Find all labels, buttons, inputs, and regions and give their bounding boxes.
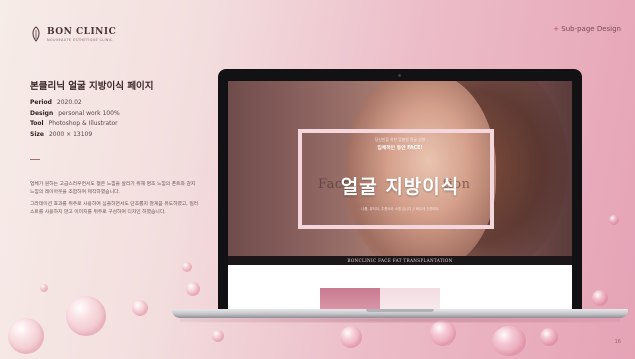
- divider: [30, 159, 40, 160]
- project-title: 본클리닉 얼굴 지방이식 페이지: [30, 81, 154, 92]
- bubble: [430, 320, 456, 346]
- meta-design: Design personal work 100%: [30, 109, 120, 117]
- plus-icon: +: [553, 25, 560, 33]
- hero-subdesc: 나를, 뷰티더, 주름사라 소원 입니다 // 빠르게 진행해요: [361, 207, 439, 211]
- project-description: 업체가 원하는 고급스러우면서도 젊은 느낌을 살리기 위해 명조 느낌의 폰트…: [30, 181, 200, 221]
- section-preview: [380, 288, 440, 309]
- camera-icon: [398, 74, 401, 77]
- bubble: [340, 326, 362, 348]
- bubble: [540, 328, 558, 346]
- project-meta: Period 2020.02 Design personal work 100% T…: [30, 98, 120, 140]
- hero-caption-bar: BONCLINIC FACE FAT TRANSPLANTATION: [228, 256, 572, 265]
- bubble: [212, 330, 224, 342]
- bubble: [609, 215, 619, 225]
- meta-size: Size 2000 × 13109: [30, 130, 93, 138]
- hero-headline: 얼굴 지방이식: [340, 176, 460, 198]
- bubble: [8, 318, 44, 354]
- subpage-label: + Sub-page Design: [553, 25, 621, 33]
- section-preview: [320, 288, 380, 309]
- description-paragraph: 그라데이션 효과를 위주로 사용하여 심플하면서도 단조롭지 않게끔 유도하였고…: [30, 202, 199, 215]
- bubble: [66, 296, 106, 336]
- logo-leaf-icon: [30, 26, 42, 42]
- bubble: [186, 282, 200, 296]
- laptop-mockup: 당신만을 위한 맞춤형 얼굴 성형 입체적인 동안 FACE! Face tion…: [218, 69, 582, 309]
- description-paragraph: 업체가 원하는 고급스러우면서도 젊은 느낌을 살리기 위해 명조 느낌의 폰트…: [30, 182, 196, 195]
- bubble: [132, 300, 148, 316]
- brand-logo: BON CLINIC NOUVEAUTE ESTHETIQUE CLINIC: [30, 26, 116, 42]
- brand-sub: NOUVEAUTE ESTHETIQUE CLINIC: [47, 37, 113, 42]
- bubble: [492, 326, 526, 356]
- hero-banner: 당신만을 위한 맞춤형 얼굴 성형 입체적인 동안 FACE! Face tion…: [228, 81, 572, 256]
- bubble: [40, 284, 48, 292]
- laptop-notch: [366, 309, 434, 312]
- hero-tagline-small: 당신만을 위한 맞춤형 얼굴 성형: [374, 137, 426, 142]
- meta-period: Period 2020.02: [30, 99, 82, 106]
- bubble: [182, 262, 192, 272]
- page-number: 16: [614, 339, 621, 345]
- hero-tagline-main: 입체적인 동안 FACE!: [377, 146, 423, 151]
- subpage-text: Sub-page Design: [561, 25, 621, 33]
- laptop-display: 당신만을 위한 맞춤형 얼굴 성형 입체적인 동안 FACE! Face tion…: [228, 81, 572, 309]
- bubble: [592, 290, 608, 306]
- brand-name: BON CLINIC: [47, 26, 117, 37]
- meta-tool: Tool Photoshop & Illustrator: [30, 120, 118, 127]
